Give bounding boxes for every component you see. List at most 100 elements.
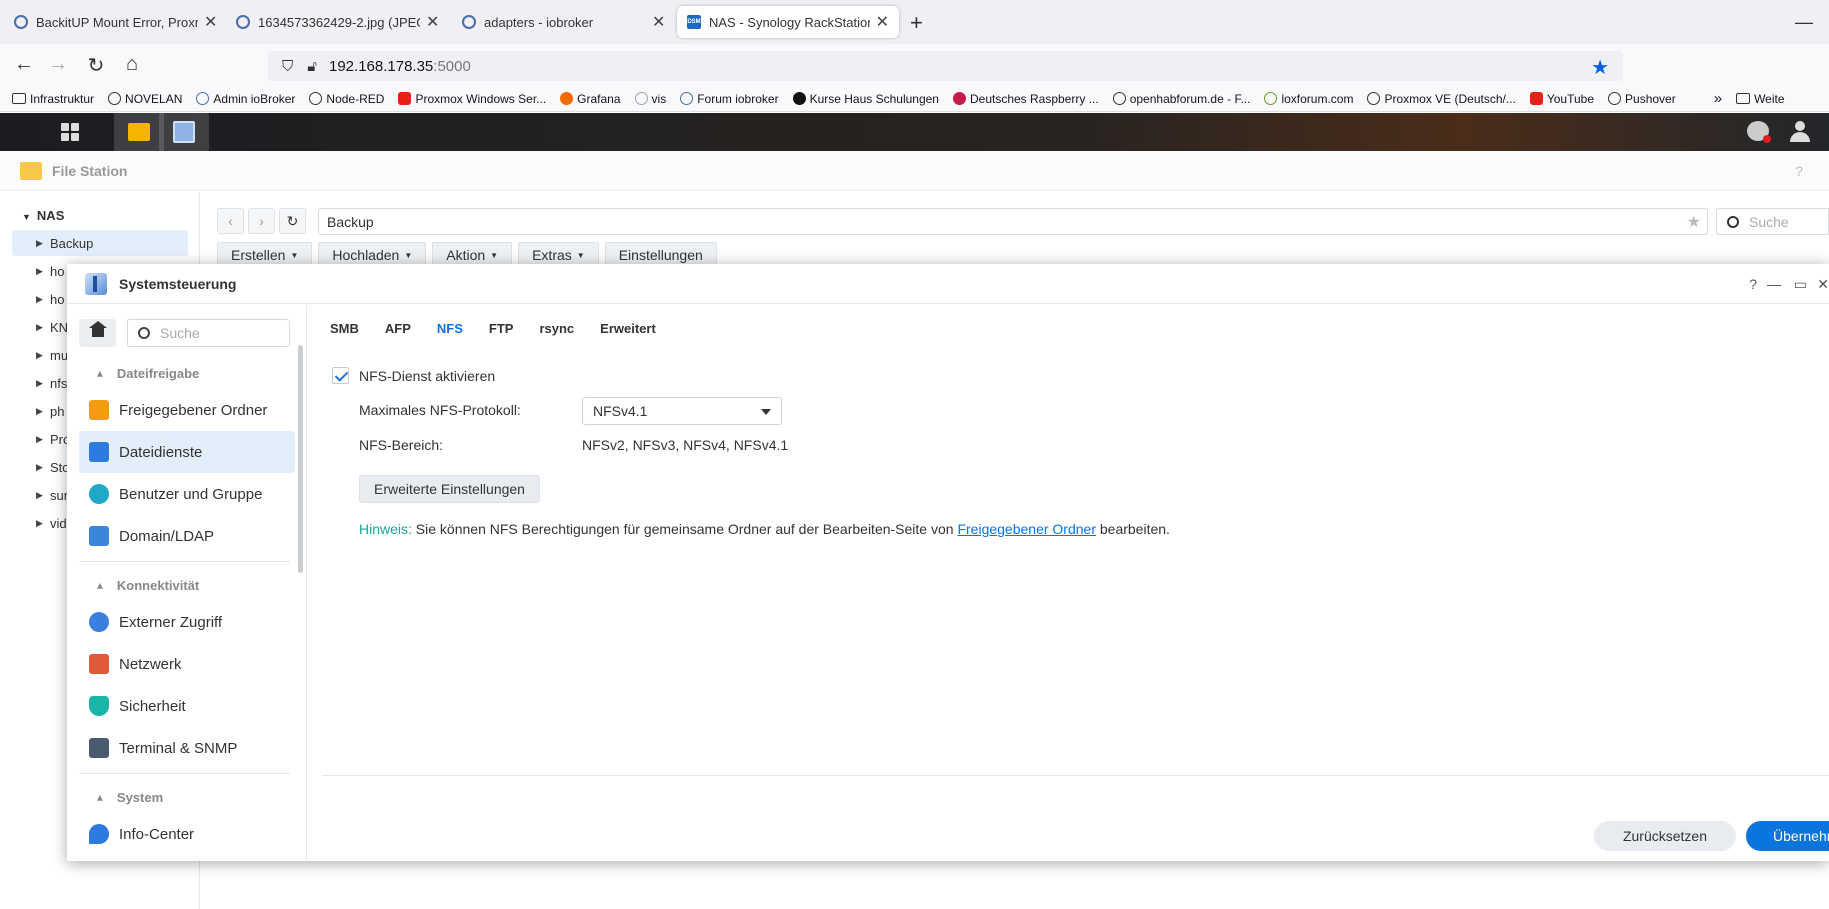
file-search-input[interactable]: Suche [1716, 208, 1829, 235]
bookmark[interactable]: Infrastruktur [12, 92, 94, 106]
back-icon[interactable]: ‹ [217, 208, 244, 234]
refresh-icon[interactable]: ↻ [279, 208, 306, 234]
forward-icon[interactable]: › [248, 208, 275, 234]
bookmark[interactable]: Grafana [560, 92, 621, 106]
browser-tab[interactable]: BackitUP Mount Error, Proxmox ✕ [4, 6, 227, 38]
tab-rsync[interactable]: rsync [539, 321, 574, 345]
help-icon[interactable]: ? [1749, 276, 1757, 292]
browser-tab-bar: BackitUP Mount Error, Proxmox ✕ 16345733… [0, 0, 1829, 44]
other-bookmarks[interactable]: Weite [1736, 92, 1785, 106]
new-tab-button[interactable]: + [910, 10, 923, 36]
forward-arrow-icon[interactable]: → [46, 53, 70, 76]
notification-icon[interactable] [1747, 121, 1771, 143]
bookmark[interactable]: Pushover [1608, 92, 1676, 106]
window-minimize-icon[interactable]: — [1795, 12, 1813, 33]
shared-folder-link[interactable]: Freigegebener Ordner [957, 521, 1096, 537]
sidebar-scrollbar[interactable] [298, 345, 303, 573]
control-panel-content: SMB AFP NFS FTP rsync Erweitert NFS-Dien… [308, 305, 1829, 861]
home-icon[interactable]: ⌂ [120, 53, 144, 76]
bookmark[interactable]: Kurse Haus Schulungen [792, 92, 939, 106]
bookmark[interactable]: openhabforum.de - F... [1112, 92, 1250, 106]
tree-item[interactable]: ▶ Backup [12, 230, 188, 256]
close-icon[interactable]: ✕ [876, 12, 889, 32]
browser-tab-active[interactable]: DSM NAS - Synology RackStation ✕ [677, 6, 899, 38]
bookmark-label: Infrastruktur [30, 91, 95, 106]
taskbar-control-panel[interactable] [159, 113, 209, 151]
apply-button[interactable]: Übernehmen [1746, 821, 1829, 851]
sidebar-item-shared-folder[interactable]: Freigegebener Ordner [79, 389, 295, 431]
tab-smb[interactable]: SMB [330, 321, 359, 345]
user-icon[interactable] [1789, 120, 1811, 142]
tab-afp[interactable]: AFP [385, 321, 411, 345]
browser-tab[interactable]: 1634573362429-2.jpg (JPEG-Grafik) ✕ [226, 6, 449, 38]
help-icon[interactable]: ? [1795, 163, 1803, 179]
minimize-icon[interactable]: — [1767, 276, 1781, 292]
bookmark-label: Pushover [1625, 91, 1676, 106]
sidebar-item-security[interactable]: Sicherheit [79, 685, 295, 727]
tab-advanced[interactable]: Erweitert [600, 321, 656, 345]
browser-tab[interactable]: adapters - iobroker ✕ [452, 6, 675, 38]
bookmark-label: Admin ioBroker [213, 91, 296, 106]
bookmark-star-icon[interactable]: ★ [1591, 55, 1609, 80]
main-menu-button[interactable] [45, 113, 95, 151]
youtube-icon [1529, 92, 1543, 105]
taskbar-file-station[interactable] [114, 113, 164, 151]
tab-nfs[interactable]: NFS [437, 321, 463, 345]
bookmark[interactable]: YouTube [1529, 92, 1594, 106]
folder-icon [1736, 93, 1751, 104]
bookmark[interactable]: Deutsches Raspberry ... [952, 92, 1099, 106]
category-system[interactable]: ▼ System [79, 783, 290, 811]
sidebar-item-user-group[interactable]: Benutzer und Gruppe [79, 473, 295, 515]
back-arrow-icon[interactable]: ← [12, 53, 36, 76]
reset-button[interactable]: Zurücksetzen [1594, 821, 1736, 851]
sidebar-item-network[interactable]: Netzwerk [79, 643, 295, 685]
close-icon[interactable]: ✕ [426, 12, 439, 32]
close-icon[interactable]: ✕ [1817, 276, 1829, 293]
url-bar[interactable]: ⛉ 🔓︎ 192.168.178.35:5000 ★ [268, 51, 1623, 81]
sidebar-item-info-center[interactable]: Info-Center [79, 813, 295, 855]
maximize-icon[interactable]: ▭ [1794, 276, 1807, 293]
insecure-lock-icon[interactable]: 🔓︎ [307, 58, 317, 75]
external-access-icon [89, 612, 109, 632]
reload-icon[interactable]: ↻ [84, 53, 108, 78]
hint-text: Hinweis: Sie können NFS Berechtigungen f… [359, 521, 1170, 537]
close-icon[interactable]: ✕ [652, 12, 665, 32]
folder-icon [12, 93, 26, 104]
control-panel-search-input[interactable]: Suche [127, 319, 290, 347]
sidebar-item-domain-ldap[interactable]: Domain/LDAP [79, 515, 295, 557]
category-file-sharing[interactable]: ▼ Dateifreigabe [79, 359, 290, 387]
bookmarks-overflow-button[interactable]: » [1714, 90, 1722, 107]
shield-icon[interactable]: ⛉ [282, 58, 293, 75]
control-panel-window: Systemsteuerung ? — ▭ ✕ Suche ▼ Dateifrei… [67, 264, 1829, 861]
bookmark[interactable]: Node-RED [309, 92, 384, 106]
globe-icon [309, 92, 323, 105]
tab-ftp[interactable]: FTP [489, 321, 514, 345]
sidebar-item-file-services[interactable]: Dateidienste [79, 431, 295, 473]
category-connectivity[interactable]: ▼ Konnektivität [79, 571, 290, 599]
iobroker-icon [236, 15, 250, 29]
search-icon [138, 327, 150, 339]
bookmark[interactable]: NOVELAN [108, 92, 182, 106]
nfs-enable-checkbox[interactable] [332, 367, 349, 384]
bookmark-label: NOVELAN [125, 91, 183, 106]
close-icon[interactable]: ✕ [204, 12, 217, 32]
tree-root[interactable]: ▼ NAS [22, 208, 64, 223]
bookmark[interactable]: loxforum.com [1264, 92, 1353, 106]
bookmark[interactable]: Forum iobroker [680, 92, 779, 106]
bookmark[interactable]: Proxmox VE (Deutsch/... [1367, 92, 1516, 106]
bookmark[interactable]: Proxmox Windows Ser... [398, 92, 546, 106]
favorite-star-icon[interactable]: ★ [1687, 212, 1701, 232]
hint-body: Sie können NFS Berechtigungen für gemein… [411, 521, 958, 537]
bookmark[interactable]: vis [634, 92, 666, 106]
sidebar-item-external-access[interactable]: Externer Zugriff [79, 601, 295, 643]
divider [79, 561, 290, 562]
bookmark[interactable]: Admin ioBroker [196, 92, 295, 106]
advanced-settings-button[interactable]: Erweiterte Einstellungen [359, 475, 540, 503]
home-icon [88, 321, 107, 339]
path-bar[interactable]: Backup ★ [318, 208, 1708, 235]
sidebar-item-terminal-snmp[interactable]: Terminal & SNMP [79, 727, 295, 769]
max-protocol-select[interactable]: NFSv4.1 [582, 397, 782, 425]
bookmark-label: Proxmox Windows Ser... [415, 91, 547, 106]
bookmark-label: loxforum.com [1281, 91, 1354, 106]
home-button[interactable] [79, 319, 116, 347]
